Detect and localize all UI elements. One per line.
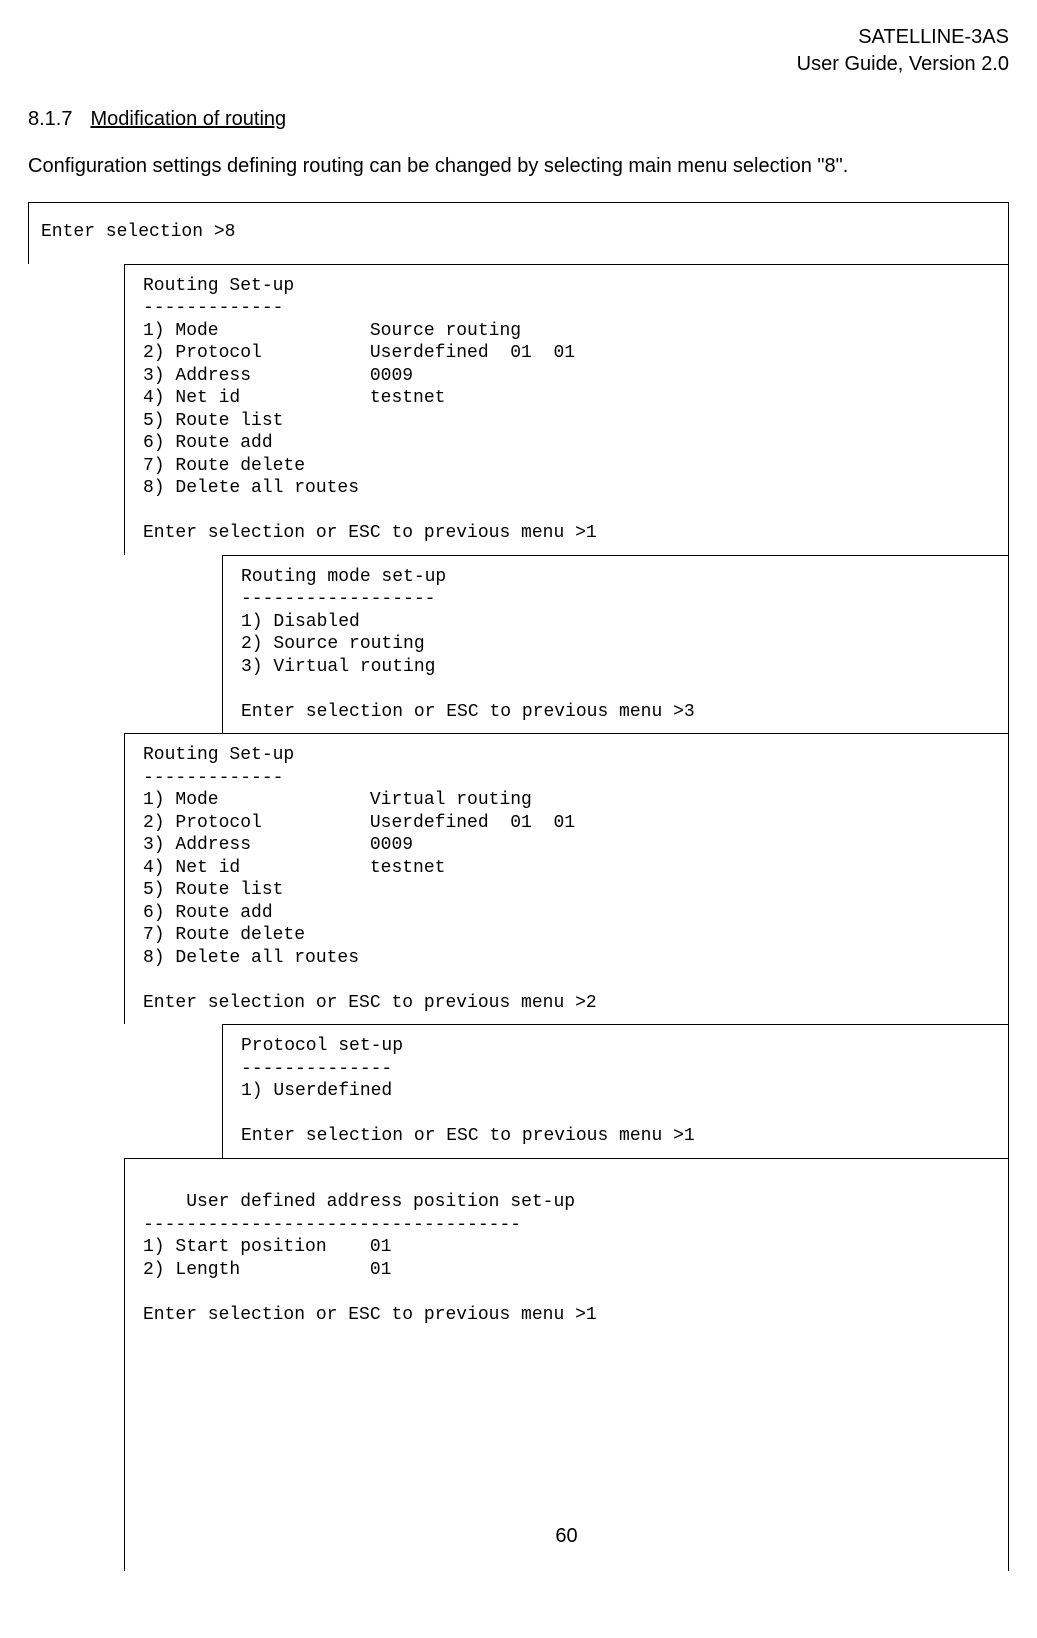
section-heading: 8.1.7 Modification of routing bbox=[28, 108, 1009, 131]
intro-paragraph: Configuration settings defining routing … bbox=[28, 155, 1009, 178]
terminal-step-1: Enter selection >8 bbox=[28, 202, 1009, 264]
header-line2: User Guide, Version 2.0 bbox=[28, 51, 1009, 78]
terminal-routing-setup-2: Routing Set-up ------------- 1) Mode Vir… bbox=[124, 733, 1009, 1024]
section-title-text: Modification of routing bbox=[90, 108, 286, 130]
page-header: SATELLINE-3AS User Guide, Version 2.0 bbox=[28, 24, 1009, 78]
section-number: 8.1.7 bbox=[28, 108, 72, 131]
page-number: 60 bbox=[555, 1524, 577, 1549]
terminal-protocol-setup: Protocol set-up -------------- 1) Userde… bbox=[222, 1024, 1009, 1158]
terminal-user-defined-position: User defined address position set-up ---… bbox=[124, 1158, 1009, 1572]
header-line1: SATELLINE-3AS bbox=[28, 24, 1009, 51]
terminal-user-defined-position-text: User defined address position set-up ---… bbox=[143, 1192, 597, 1325]
terminal-routing-mode: Routing mode set-up ------------------ 1… bbox=[222, 555, 1009, 734]
terminal-routing-setup-1: Routing Set-up ------------- 1) Mode Sou… bbox=[124, 264, 1009, 555]
